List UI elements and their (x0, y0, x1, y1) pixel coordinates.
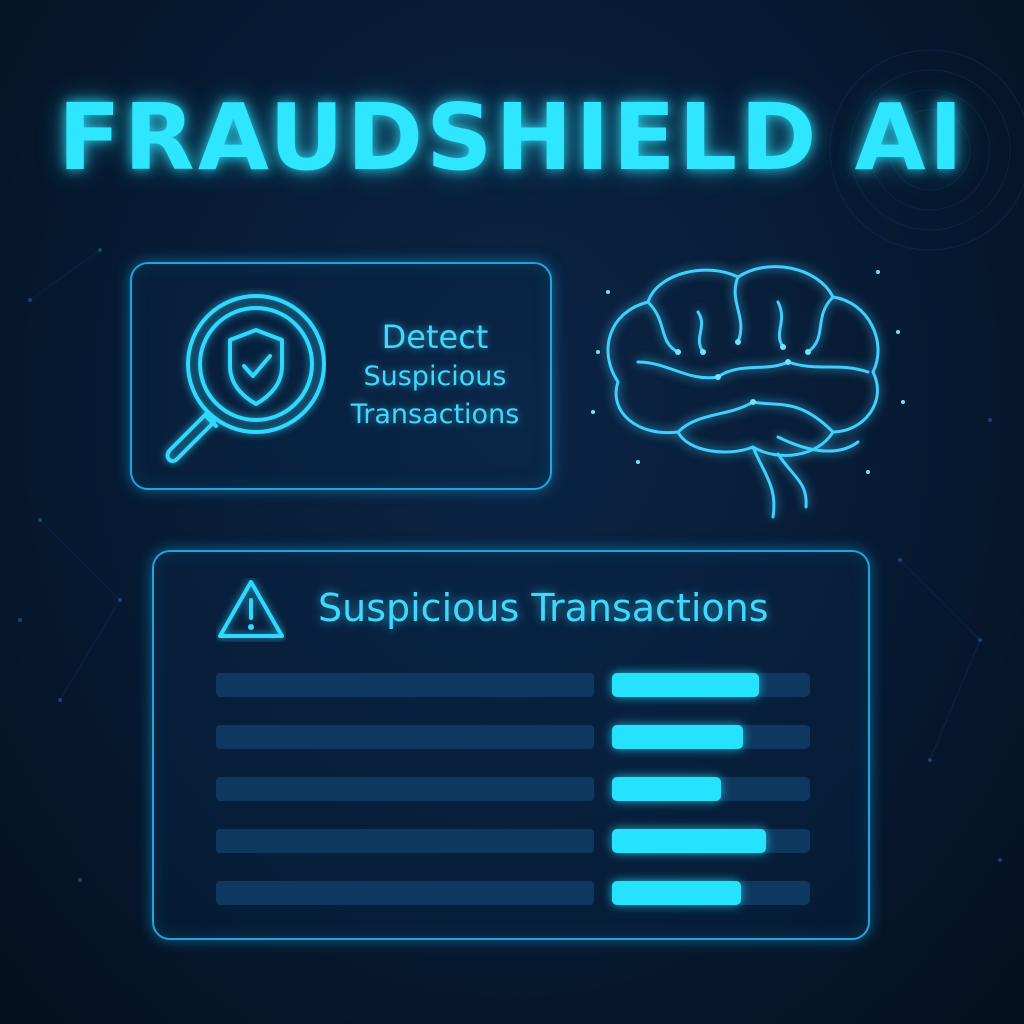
brain-circuit-icon (591, 265, 905, 519)
risk-meter-fill (612, 777, 721, 801)
detect-line-2: Suspicious (363, 361, 507, 392)
risk-meter-fill (612, 881, 741, 905)
risk-meter-fill (612, 725, 743, 749)
transaction-row[interactable] (216, 776, 810, 802)
suspicious-transactions-card: Suspicious Transactions (152, 550, 870, 940)
risk-meter-track (612, 725, 810, 749)
transaction-list (216, 672, 810, 932)
risk-meter-track (612, 777, 810, 801)
risk-meter-fill (612, 673, 759, 697)
detect-line-3: Transactions (350, 399, 520, 430)
risk-meter-fill (612, 829, 767, 853)
transaction-placeholder-bar (216, 725, 594, 749)
transaction-placeholder-bar (216, 829, 594, 853)
transaction-placeholder-bar (216, 673, 594, 697)
transactions-title: Suspicious Transactions (318, 586, 769, 630)
detect-line-1: Detect (381, 318, 489, 356)
transaction-row[interactable] (216, 880, 810, 906)
warning-icon (218, 580, 284, 638)
shield-check-magnifier-icon (165, 294, 326, 463)
transaction-row[interactable] (216, 724, 810, 750)
risk-meter-track (612, 829, 810, 853)
transaction-placeholder-bar (216, 777, 594, 801)
risk-meter-track (612, 881, 810, 905)
transaction-row[interactable] (216, 828, 810, 854)
risk-meter-track (612, 673, 810, 697)
detect-text: Detect Suspicious Transactions (330, 316, 540, 434)
detect-card: Detect Suspicious Transactions (130, 262, 552, 490)
transaction-placeholder-bar (216, 881, 594, 905)
app-title: FRAUDSHIELD AI (58, 84, 966, 191)
transaction-row[interactable] (216, 672, 810, 698)
